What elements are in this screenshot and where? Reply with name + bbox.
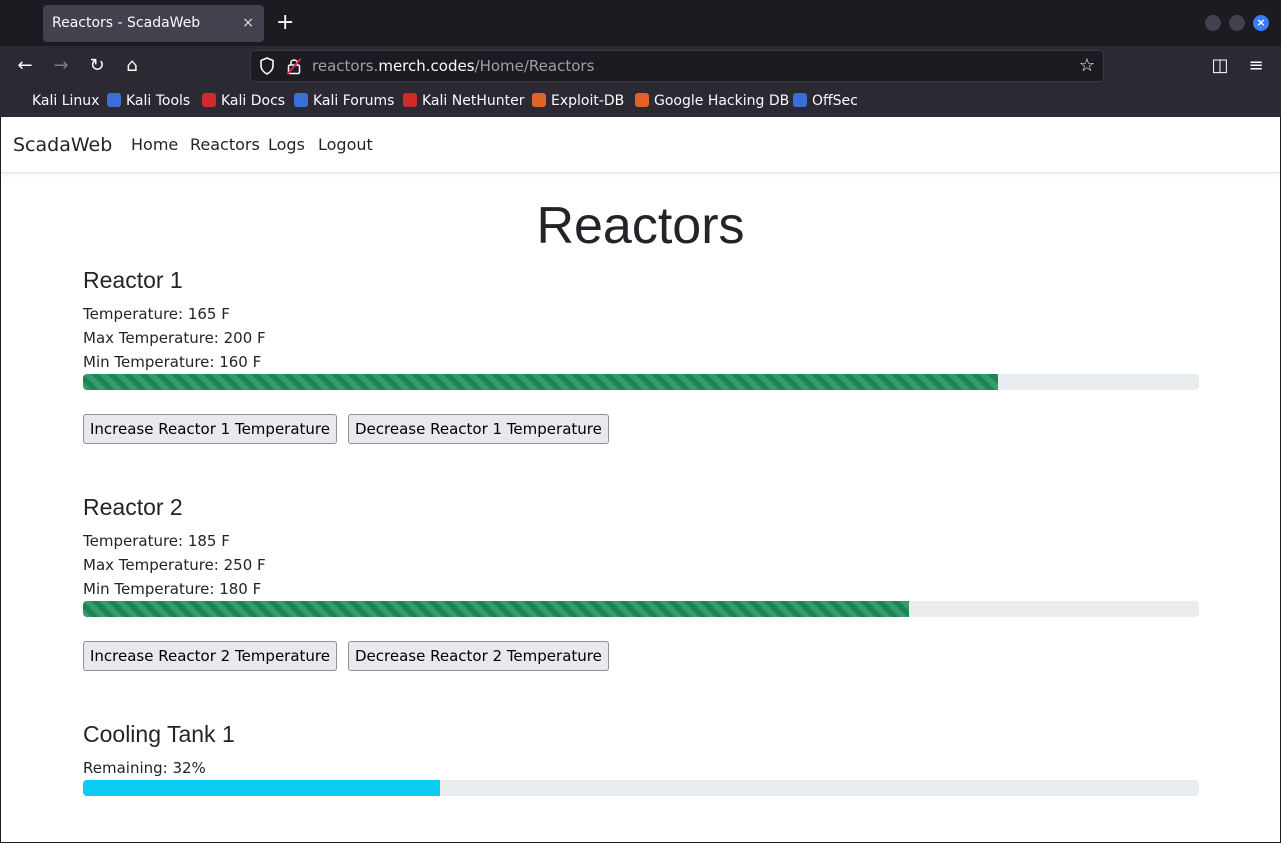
nav-link-reactors[interactable]: Reactors [190, 135, 260, 155]
nav-link-logs[interactable]: Logs [268, 135, 305, 155]
reactor-min-temperature: Min Temperature: 180 F [83, 580, 262, 598]
reactor-max-temperature: Max Temperature: 250 F [83, 556, 266, 574]
decrease-reactor-2-button[interactable]: Decrease Reactor 2 Temperature [348, 641, 609, 671]
reactor-heading: Reactor 1 [83, 267, 183, 293]
bookmark-label: Kali Forums [313, 93, 395, 109]
bookmarks-toolbar: Kali Linux Kali Tools Kali Docs Kali For… [0, 86, 1281, 117]
url-text[interactable]: reactors.merch.codes/Home/Reactors [312, 51, 594, 81]
reactor-progress-bar [83, 374, 999, 390]
site-brand[interactable]: ScadaWeb [13, 133, 112, 157]
nav-link-home[interactable]: Home [131, 135, 178, 155]
reactor-heading: Reactor 2 [83, 494, 183, 520]
insecure-lock-icon[interactable] [287, 57, 301, 75]
bookmark-offsec[interactable]: OffSec [793, 91, 858, 111]
reactor-progress [83, 374, 1199, 390]
bookmark-label: Kali Docs [221, 93, 286, 109]
bookmark-exploit-db[interactable]: Exploit-DB [532, 91, 624, 111]
url-host: merch.codes [378, 57, 475, 75]
kali-docs-icon [202, 93, 216, 107]
new-tab-button[interactable]: + [276, 10, 294, 36]
kali-forums-icon [294, 93, 308, 107]
offsec-icon [793, 93, 807, 107]
kali-nethunter-icon [403, 93, 417, 107]
bookmark-kali-nethunter[interactable]: Kali NetHunter [403, 91, 524, 111]
minimize-button[interactable] [1205, 15, 1221, 31]
bookmark-kali-tools[interactable]: Kali Tools [107, 91, 190, 111]
reactor-section: Reactor 1 Temperature: 165 F Max Tempera… [83, 266, 1199, 444]
menu-icon[interactable]: ≡ [1245, 55, 1267, 77]
home-icon[interactable]: ⌂ [121, 55, 143, 77]
reactor-section: Reactor 2 Temperature: 185 F Max Tempera… [83, 493, 1199, 671]
cooling-tank-heading: Cooling Tank 1 [83, 721, 235, 747]
url-path: /Home/Reactors [474, 57, 595, 75]
page-viewport: ScadaWeb Home Reactors Logs Logout React… [1, 117, 1280, 842]
browser-toolbar: ← → ↻ ⌂ reactors.merch.codes/Home/Reacto… [0, 46, 1281, 86]
maximize-button[interactable] [1229, 15, 1245, 31]
reactor-progress [83, 601, 1199, 617]
bookmark-label: Kali Linux [32, 93, 100, 109]
reload-icon[interactable]: ↻ [86, 55, 108, 77]
reactor-progress-bar [83, 601, 909, 617]
ghdb-icon [635, 93, 649, 107]
forward-icon[interactable]: → [50, 55, 72, 77]
bookmark-kali-docs[interactable]: Kali Docs [202, 91, 285, 111]
bookmark-label: Google Hacking DB [654, 93, 790, 109]
bookmark-kali-forums[interactable]: Kali Forums [294, 91, 394, 111]
nav-link-logout[interactable]: Logout [318, 135, 373, 155]
kali-dragon-icon [13, 93, 27, 107]
window-close-button[interactable]: × [1253, 15, 1269, 31]
bookmark-label: Kali NetHunter [422, 93, 525, 109]
page-title: Reactors [536, 197, 745, 255]
bookmark-label: OffSec [812, 93, 858, 109]
increase-reactor-1-button[interactable]: Increase Reactor 1 Temperature [83, 414, 337, 444]
bookmark-label: Kali Tools [126, 93, 191, 109]
bookmark-kali-linux[interactable]: Kali Linux [13, 91, 99, 111]
shield-icon[interactable] [259, 57, 275, 75]
increase-reactor-2-button[interactable]: Increase Reactor 2 Temperature [83, 641, 337, 671]
reactor-temperature: Temperature: 185 F [83, 532, 230, 550]
bookmark-label: Exploit-DB [551, 93, 625, 109]
tab-title: Reactors - ScadaWeb [52, 15, 201, 31]
bookmark-star-icon[interactable]: ☆ [1079, 55, 1095, 77]
browser-tab[interactable]: Reactors - ScadaWeb × [43, 5, 264, 42]
exploit-db-icon [532, 93, 546, 107]
decrease-reactor-1-button[interactable]: Decrease Reactor 1 Temperature [348, 414, 609, 444]
pocket-icon[interactable]: ◫ [1209, 55, 1231, 77]
cooling-tank-section: Cooling Tank 1 Remaining: 32% [83, 720, 1199, 796]
back-icon[interactable]: ← [14, 55, 36, 77]
url-subdomain: reactors. [312, 57, 379, 75]
reactor-max-temperature: Max Temperature: 200 F [83, 329, 266, 347]
cooling-tank-progress-bar [83, 780, 441, 796]
cooling-tank-progress [83, 780, 1199, 796]
reactor-temperature: Temperature: 165 F [83, 305, 230, 323]
bookmark-google-hacking-db[interactable]: Google Hacking DB [635, 91, 789, 111]
tab-strip: Reactors - ScadaWeb × + × [0, 0, 1281, 46]
site-navbar: ScadaWeb Home Reactors Logs Logout [1, 117, 1280, 173]
cooling-tank-remaining: Remaining: 32% [83, 759, 206, 777]
address-bar[interactable]: reactors.merch.codes/Home/Reactors ☆ [250, 50, 1104, 82]
tab-close-icon[interactable]: × [242, 5, 254, 42]
kali-tools-icon [107, 93, 121, 107]
reactor-min-temperature: Min Temperature: 160 F [83, 353, 262, 371]
